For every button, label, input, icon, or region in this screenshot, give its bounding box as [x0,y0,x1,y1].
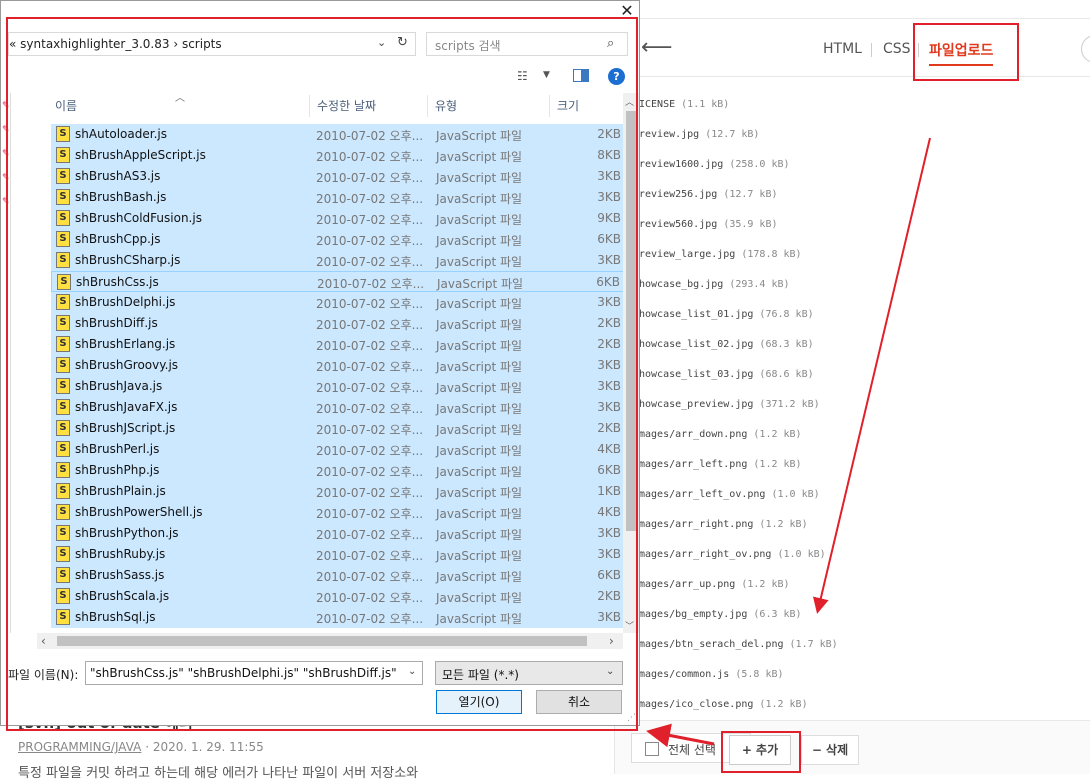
uploaded-file-size: (178.8 kB) [741,249,802,260]
uploaded-file-item[interactable]: review1600.jpg (258.0 kB) [639,150,1079,180]
uploaded-file-item[interactable]: review560.jpg (35.9 kB) [639,210,1079,240]
uploaded-file-name: review.jpg [639,129,700,140]
uploaded-file-name: mages/arr_right.png [639,519,754,530]
uploaded-file-list: ICENSE (1.1 kB) review.jpg (12.7 kB) revie… [639,90,1079,720]
post-meta: PROGRAMMING/JAVA · 2020. 1. 29. 11:55 [18,740,264,754]
post-category-link[interactable]: PROGRAMMING/JAVA [18,740,141,754]
uploaded-file-size: (35.9 kB) [723,219,778,230]
uploaded-file-item[interactable]: howcase_preview.jpg (371.2 kB) [639,390,1079,420]
uploaded-file-item[interactable]: mages/ico_close.png (1.2 kB) [639,690,1079,720]
uploaded-file-size: (1.0 kB) [777,549,826,560]
editor-side-panel: ⟵ HTML CSS 파일업로드 ICENSE (1.1 kB) review.j… [614,0,1090,774]
uploaded-file-size: (76.8 kB) [759,309,814,320]
uploaded-file-name: howcase_list_01.jpg [639,309,754,320]
uploaded-file-size: (1.2 kB) [741,579,790,590]
panel-option-button[interactable] [1081,35,1090,63]
file-actions-bar: 전체 선택 + 추가 − 삭제 [615,720,1090,774]
uploaded-file-item[interactable]: ICENSE (1.1 kB) [639,90,1079,120]
uploaded-file-item[interactable]: mages/bg_empty.jpg (6.3 kB) [639,600,1079,630]
uploaded-file-item[interactable]: review.jpg (12.7 kB) [639,120,1079,150]
back-arrow-icon[interactable]: ⟵ [641,37,673,59]
uploaded-file-name: mages/arr_down.png [639,429,748,440]
uploaded-file-item[interactable]: mages/arr_down.png (1.2 kB) [639,420,1079,450]
uploaded-file-name: review560.jpg [639,219,718,230]
select-all-label: 전체 선택 [668,743,716,757]
uploaded-file-size: (371.2 kB) [759,399,820,410]
uploaded-file-name: review256.jpg [639,189,718,200]
annotation-box-upload-tab [913,23,1019,81]
uploaded-file-item[interactable]: mages/arr_up.png (1.2 kB) [639,570,1079,600]
uploaded-file-item[interactable]: mages/arr_right_ov.png (1.0 kB) [639,540,1079,570]
uploaded-file-name: mages/common.js [639,669,730,680]
uploaded-file-size: (1.7 kB) [789,639,838,650]
uploaded-file-size: (1.2 kB) [759,519,808,530]
uploaded-file-size: (12.7 kB) [705,129,760,140]
annotation-box-dialog [6,17,638,731]
uploaded-file-name: ICENSE [639,99,676,110]
uploaded-file-name: howcase_list_02.jpg [639,339,754,350]
checkbox-icon[interactable] [645,742,659,756]
tab-divider [871,43,872,57]
uploaded-file-size: (293.4 kB) [729,279,790,290]
uploaded-file-item[interactable]: howcase_bg.jpg (293.4 kB) [639,270,1079,300]
uploaded-file-name: mages/bg_empty.jpg [639,609,748,620]
uploaded-file-name: mages/arr_left_ov.png [639,489,766,500]
post-excerpt: 특정 파일을 커밋 하려고 하는데 해당 에러가 나타난 파일이 서버 저장소와 [18,766,419,781]
uploaded-file-name: mages/arr_up.png [639,579,736,590]
uploaded-file-item[interactable]: review256.jpg (12.7 kB) [639,180,1079,210]
uploaded-file-name: mages/arr_right_ov.png [639,549,772,560]
annotation-box-add-button [721,731,801,773]
uploaded-file-name: mages/ico_close.png [639,699,754,710]
uploaded-file-size: (1.2 kB) [753,429,802,440]
uploaded-file-name: review1600.jpg [639,159,724,170]
uploaded-file-name: howcase_preview.jpg [639,399,754,410]
uploaded-file-size: (258.0 kB) [729,159,790,170]
tab-css[interactable]: CSS [883,41,911,57]
uploaded-file-name: mages/btn_serach_del.png [639,639,784,650]
uploaded-file-size: (1.2 kB) [759,699,808,710]
uploaded-file-name: howcase_bg.jpg [639,279,724,290]
uploaded-file-item[interactable]: review_large.jpg (178.8 kB) [639,240,1079,270]
tab-html[interactable]: HTML [823,41,862,57]
uploaded-file-size: (1.0 kB) [771,489,820,500]
uploaded-file-item[interactable]: mages/btn_serach_del.png (1.7 kB) [639,630,1079,660]
uploaded-file-size: (5.8 kB) [735,669,784,680]
uploaded-file-item[interactable]: howcase_list_01.jpg (76.8 kB) [639,300,1079,330]
uploaded-file-item[interactable]: mages/arr_right.png (1.2 kB) [639,510,1079,540]
uploaded-file-size: (6.3 kB) [753,609,802,620]
uploaded-file-size: (1.1 kB) [681,99,730,110]
uploaded-file-name: mages/arr_left.png [639,459,748,470]
uploaded-file-size: (1.2 kB) [753,459,802,470]
uploaded-file-item[interactable]: mages/common.js (5.8 kB) [639,660,1079,690]
uploaded-file-size: (68.3 kB) [759,339,814,350]
uploaded-file-size: (68.6 kB) [759,369,814,380]
uploaded-file-name: review_large.jpg [639,249,736,260]
uploaded-file-item[interactable]: mages/arr_left_ov.png (1.0 kB) [639,480,1079,510]
uploaded-file-item[interactable]: howcase_list_02.jpg (68.3 kB) [639,330,1079,360]
uploaded-file-name: howcase_list_03.jpg [639,369,754,380]
post-date: · 2020. 1. 29. 11:55 [145,740,264,754]
uploaded-file-size: (12.7 kB) [723,189,778,200]
delete-file-button[interactable]: − 삭제 [801,735,859,765]
uploaded-file-item[interactable]: howcase_list_03.jpg (68.6 kB) [639,360,1079,390]
uploaded-file-item[interactable]: mages/arr_left.png (1.2 kB) [639,450,1079,480]
